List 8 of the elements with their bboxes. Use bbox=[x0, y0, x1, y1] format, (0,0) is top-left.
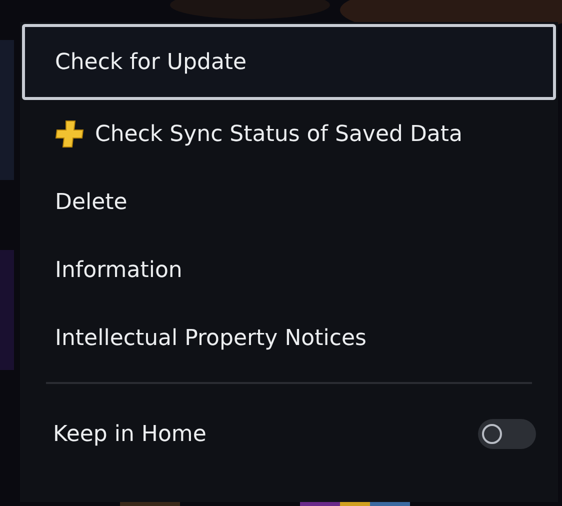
menu-item[interactable]: Information bbox=[22, 236, 556, 304]
menu-item[interactable]: Check Sync Status of Saved Data bbox=[22, 100, 556, 168]
menu-item[interactable]: Delete bbox=[22, 168, 556, 236]
toggle-switch[interactable] bbox=[478, 419, 536, 449]
menu-item[interactable]: Intellectual Property Notices bbox=[22, 304, 556, 372]
toggle-label: Keep in Home bbox=[53, 422, 206, 446]
menu-item[interactable]: Check for Update bbox=[22, 24, 556, 100]
plus-icon bbox=[55, 119, 85, 149]
